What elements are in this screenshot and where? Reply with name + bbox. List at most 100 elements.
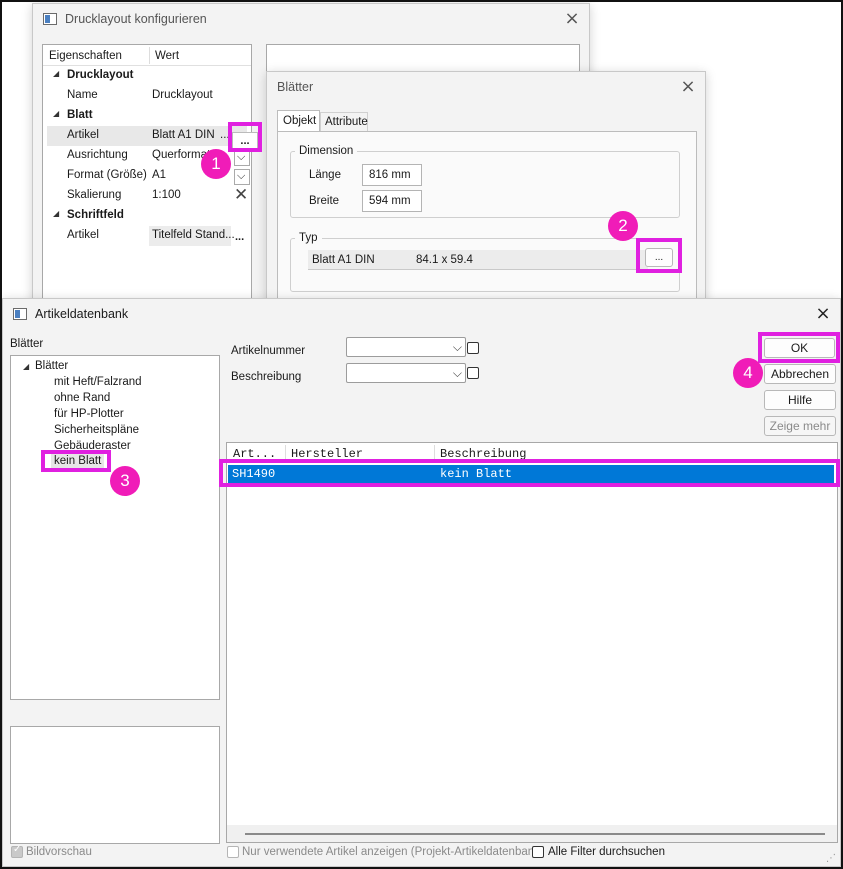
typ-size: 84.1 x 59.4	[416, 254, 473, 266]
group-blatt[interactable]: ◢ Blatt	[47, 106, 247, 126]
row-label: Artikel	[67, 129, 99, 141]
nur-verwendete-label: Nur verwendete Artikel anzeigen (Projekt…	[242, 846, 544, 858]
row-value: Titelfeld Stand...	[152, 229, 235, 241]
tree-item[interactable]: für HP-Plotter	[54, 408, 124, 420]
tree-item[interactable]: Sicherheitspläne	[54, 424, 139, 436]
group-label: Drucklayout	[67, 69, 134, 81]
typ-name: Blatt A1 DIN	[312, 254, 375, 266]
close-icon[interactable]: ×	[814, 305, 832, 323]
drucklayout-title: Drucklayout konfigurieren	[65, 12, 207, 26]
row-sf-artikel[interactable]: Artikel Titelfeld Stand...	[47, 226, 247, 246]
row-artikel[interactable]: Artikel Blatt A1 DIN ...	[47, 126, 247, 146]
tree-item[interactable]: ohne Rand	[54, 392, 110, 404]
zeige-mehr-button[interactable]: Zeige mehr	[764, 416, 836, 436]
column-header-value[interactable]: Wert	[155, 50, 179, 62]
chevron-down-icon: ⌵	[452, 366, 462, 380]
row-label: Format (Größe)	[67, 169, 147, 181]
row-label: Name	[67, 89, 98, 101]
tree-item[interactable]: Gebäuderaster	[54, 440, 131, 452]
row-value: A1	[152, 169, 167, 181]
step-badge-2: 2	[608, 211, 638, 241]
skalierung-clear-icon[interactable]: ✕	[234, 187, 250, 204]
typ-group-label: Typ	[295, 232, 322, 244]
blaetter-title: Blätter	[277, 80, 314, 94]
collapse-icon[interactable]: ◢	[53, 109, 59, 118]
breite-field[interactable]: 594 mm	[362, 190, 422, 212]
alle-filter-label: Alle Filter durchsuchen	[548, 846, 665, 858]
group-label: Blatt	[67, 109, 93, 121]
breite-label: Breite	[309, 195, 340, 207]
typ-row[interactable]: Blatt A1 DIN 84.1 x 59.4	[308, 250, 648, 270]
table-row[interactable]: SH1490 kein Blatt	[228, 465, 834, 483]
abbrechen-button[interactable]: Abbrechen	[764, 364, 836, 384]
collapse-icon[interactable]: ◢	[53, 209, 59, 218]
collapse-icon[interactable]: ◢	[53, 69, 59, 78]
tab-objekt[interactable]: Objekt	[277, 110, 320, 132]
blaetter-titlebar[interactable]: Blätter ×	[267, 72, 705, 102]
resize-grip-icon[interactable]: ⋰	[826, 853, 836, 864]
artikel-browse-button[interactable]: ...	[232, 132, 258, 152]
close-icon[interactable]: ×	[679, 78, 697, 96]
property-grid-header: Eigenschaften Wert	[43, 45, 251, 66]
beschreibung-combo[interactable]: ⌵	[346, 363, 466, 383]
artikelnummer-checkbox[interactable]	[467, 342, 479, 354]
horizontal-scrollbar[interactable]	[227, 825, 837, 842]
nur-verwendete-checkbox[interactable]	[227, 846, 239, 858]
tree-label: Blätter	[10, 338, 44, 350]
alle-filter-checkbox[interactable]	[532, 846, 544, 858]
column-header-properties[interactable]: Eigenschaften	[49, 50, 122, 62]
tab-label: Objekt	[283, 115, 317, 127]
dimension-group	[290, 151, 680, 218]
bildvorschau-label: Bildvorschau	[26, 846, 92, 858]
hilfe-button[interactable]: Hilfe	[764, 390, 836, 410]
chevron-down-icon: ⌵	[237, 169, 246, 182]
sf-artikel-browse-button[interactable]: ...	[235, 232, 251, 246]
artikelnummer-label: Artikelnummer	[231, 345, 306, 357]
laenge-label: Länge	[309, 169, 341, 181]
tree-root[interactable]: Blätter	[35, 360, 68, 372]
laenge-field[interactable]: 816 mm	[362, 164, 422, 186]
step-badge-4: 4	[733, 358, 763, 388]
row-value: 1:100	[152, 189, 181, 201]
row-label: Ausrichtung	[67, 149, 128, 161]
row-skalierung[interactable]: Skalierung 1:100	[47, 186, 247, 206]
column-divider	[434, 445, 435, 461]
column-header-hersteller[interactable]: Hersteller	[291, 447, 363, 461]
column-header-beschreibung[interactable]: Beschreibung	[440, 447, 526, 461]
drucklayout-titlebar[interactable]: Drucklayout konfigurieren ×	[33, 4, 589, 34]
tree-item-selected[interactable]: kein Blatt	[51, 454, 105, 468]
row-name[interactable]: Name Drucklayout	[47, 86, 247, 106]
artikelnummer-combo[interactable]: ⌵	[346, 337, 466, 357]
artikeldatenbank-titlebar[interactable]: Artikeldatenbank ×	[3, 299, 840, 329]
beschreibung-label: Beschreibung	[231, 371, 302, 383]
column-divider	[149, 47, 150, 64]
row-value: Blatt A1 DIN	[152, 129, 215, 141]
ausrichtung-dropdown-button[interactable]: ⌵	[234, 150, 250, 166]
tree-item[interactable]: mit Heft/Falzrand	[54, 376, 142, 388]
row-label: Skalierung	[67, 189, 122, 201]
value-ellipsis: ...	[220, 129, 230, 141]
group-drucklayout[interactable]: ◢ Drucklayout	[47, 66, 247, 86]
step-badge-3: 3	[110, 466, 140, 496]
artikeldatenbank-window: Artikeldatenbank × Blätter ◢ Blätter mit…	[2, 298, 841, 867]
beschreibung-checkbox[interactable]	[467, 367, 479, 379]
bildvorschau-checkbox[interactable]	[11, 844, 23, 858]
chevron-down-icon: ⌵	[452, 340, 462, 354]
tab-attribute[interactable]: Attribute	[320, 112, 368, 132]
blaetter-window: Blätter × Objekt Attribute Dimension Län…	[266, 71, 706, 303]
close-icon[interactable]: ×	[563, 10, 581, 28]
typ-browse-button[interactable]: ...	[645, 248, 673, 267]
format-dropdown-button[interactable]: ⌵	[234, 169, 250, 185]
column-header-art[interactable]: Art...	[233, 447, 276, 461]
group-schriftfeld[interactable]: ◢ Schriftfeld	[47, 206, 247, 226]
collapse-icon[interactable]: ◢	[23, 362, 29, 371]
table-header: Art... Hersteller Beschreibung	[227, 443, 837, 463]
row-value: Drucklayout	[152, 89, 213, 101]
chevron-down-icon: ⌵	[237, 150, 246, 163]
ok-button[interactable]: OK	[764, 338, 835, 358]
cell-beschreibung: kein Blatt	[440, 467, 513, 481]
window-icon	[43, 13, 57, 25]
row-label: Artikel	[67, 229, 99, 241]
column-divider	[285, 445, 286, 461]
scrollbar-thumb[interactable]	[245, 833, 825, 835]
